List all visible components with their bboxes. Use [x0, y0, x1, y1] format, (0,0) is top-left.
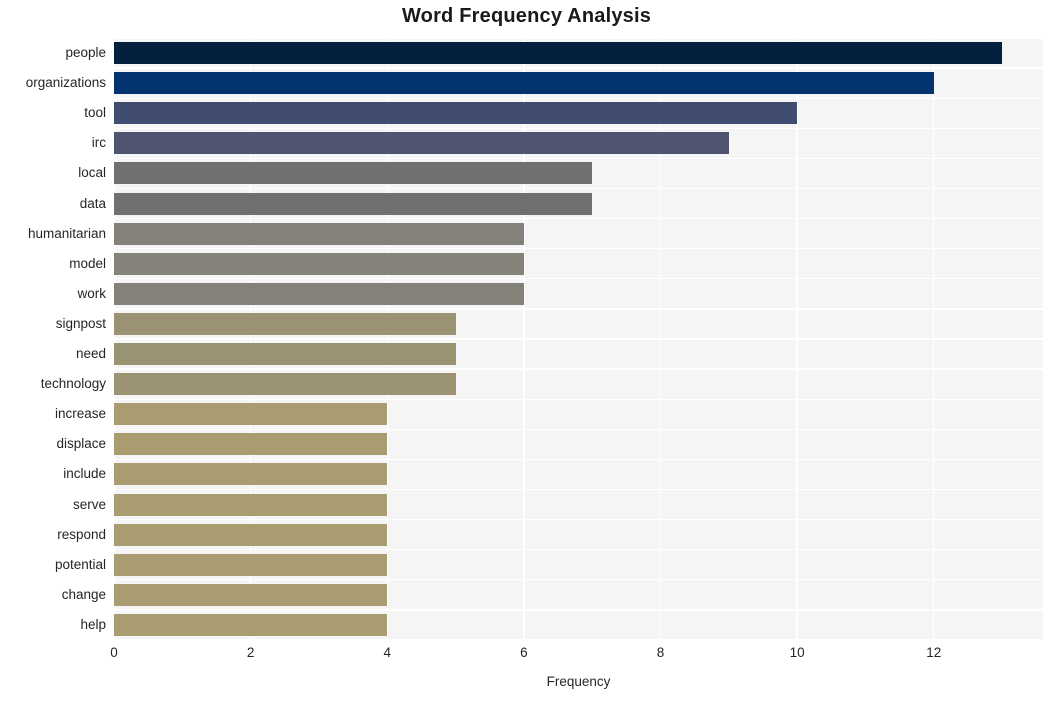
bar[interactable] [114, 403, 388, 426]
x-tick-label: 4 [383, 645, 391, 660]
gridline-horizontal-16 [114, 518, 1043, 521]
bar[interactable] [114, 252, 524, 275]
y-tick-label: tool [84, 105, 106, 121]
gridline-horizontal-20 [114, 639, 1043, 641]
gridline-horizontal-10 [114, 338, 1043, 340]
y-tick-label: potential [54, 556, 106, 572]
y-tick-label: change [61, 586, 106, 602]
bar[interactable] [114, 72, 934, 95]
y-tick-label: help [80, 616, 106, 632]
x-tick-label: 12 [926, 645, 942, 660]
gridline-horizontal-18 [114, 579, 1043, 581]
bar[interactable] [114, 192, 593, 215]
gridline-horizontal-7 [114, 248, 1043, 250]
x-axis-tick-labels: 0 2 4 6 8 10 12 [0, 645, 1053, 671]
gridline-horizontal-12 [114, 398, 1043, 400]
y-tick-label: serve [72, 496, 106, 512]
bar[interactable] [114, 433, 388, 456]
x-tick-label: 10 [789, 645, 805, 660]
bar[interactable] [114, 343, 456, 366]
y-tick-label: respond [57, 526, 106, 542]
bar[interactable] [114, 162, 593, 185]
gridline-horizontal-2 [114, 97, 1043, 99]
y-tick-label: displace [56, 436, 106, 452]
y-tick-label: data [79, 195, 106, 211]
y-tick-label: humanitarian [27, 225, 106, 241]
gridline-horizontal-4 [114, 157, 1043, 160]
bar[interactable] [114, 493, 388, 516]
bar[interactable] [114, 282, 524, 305]
y-axis-tick-labels: people organizations tool irc local data human… [0, 38, 106, 640]
gridline-horizontal-1 [114, 67, 1043, 69]
bar[interactable] [114, 583, 388, 606]
gridline-horizontal-14 [114, 458, 1043, 461]
y-tick-label: irc [91, 135, 106, 151]
y-tick-label: people [65, 45, 106, 61]
y-tick-label: work [77, 285, 106, 301]
gridline-horizontal-17 [114, 549, 1043, 551]
y-tick-label: organizations [25, 75, 106, 91]
x-tick-label: 8 [656, 645, 665, 660]
gridline-horizontal-11 [114, 368, 1043, 370]
x-tick-label: 0 [110, 645, 118, 660]
x-tick-label: 2 [246, 645, 255, 660]
bar[interactable] [114, 463, 388, 486]
bar[interactable] [114, 373, 456, 396]
y-tick-label: increase [54, 406, 106, 422]
y-tick-label: signpost [55, 315, 106, 331]
y-tick-label: model [69, 255, 106, 271]
bar[interactable] [114, 132, 729, 155]
bar[interactable] [114, 553, 388, 576]
gridline-horizontal-0 [114, 37, 1043, 39]
gridline-horizontal-9 [114, 308, 1043, 310]
y-tick-label: need [75, 346, 106, 362]
bar[interactable] [114, 312, 456, 335]
y-tick-label: technology [40, 376, 106, 392]
gridline-horizontal-8 [114, 278, 1043, 280]
y-tick-label: local [78, 165, 106, 181]
chart-title: Word Frequency Analysis [401, 5, 652, 27]
plot-area [113, 37, 1043, 641]
bar[interactable] [114, 42, 1002, 65]
bar[interactable] [114, 523, 388, 546]
gridline-horizontal-3 [114, 127, 1043, 129]
bar[interactable] [114, 613, 388, 636]
gridline-horizontal-15 [114, 488, 1043, 491]
gridline-horizontal-19 [114, 609, 1043, 611]
x-axis-title: Frequency [546, 674, 611, 689]
chart-figure: Word Frequency Analysis people organizati… [0, 0, 1053, 701]
gridline-horizontal-13 [114, 428, 1043, 430]
y-tick-label: include [63, 466, 106, 482]
gridline-horizontal-6 [114, 217, 1043, 220]
x-tick-label: 6 [520, 645, 528, 660]
bar[interactable] [114, 222, 524, 245]
gridline-horizontal-5 [114, 187, 1043, 190]
bar[interactable] [114, 102, 798, 125]
